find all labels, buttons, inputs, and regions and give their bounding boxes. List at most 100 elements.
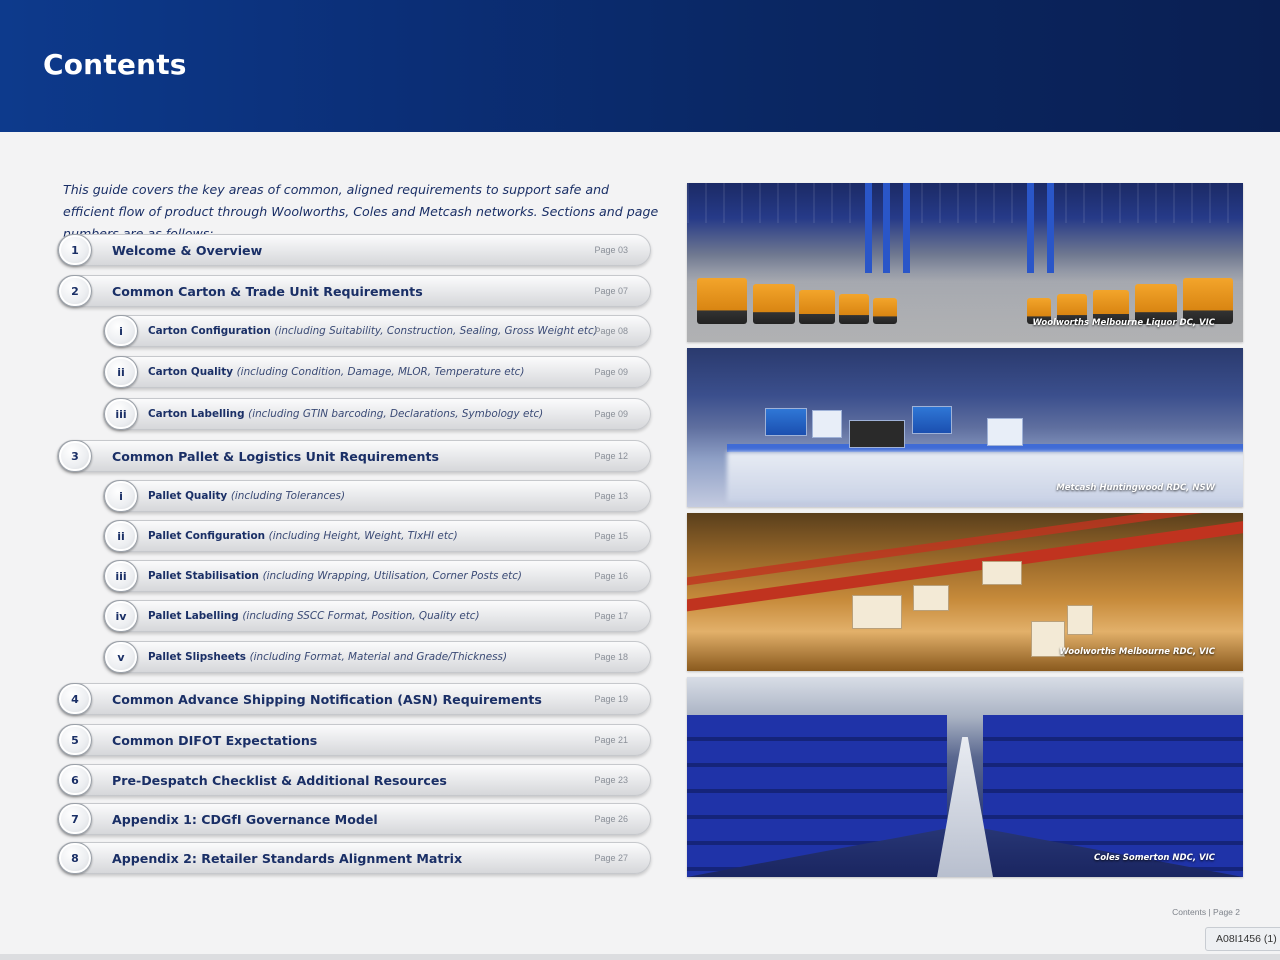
toc-subitem-title: Pallet Slipsheets: [148, 651, 246, 663]
footer-page-label: Contents | Page 2: [1172, 907, 1240, 917]
photo-caption: Woolworths Melbourne Liquor DC, VIC: [1032, 318, 1215, 328]
section-number-badge: 8: [58, 842, 92, 874]
toc-subitem-pallet-configuration[interactable]: ii Pallet Configuration (including Heigh…: [103, 520, 651, 552]
toc-item-asn[interactable]: 4 Common Advance Shipping Notification (…: [57, 683, 651, 715]
toc-subitem-note: (including Wrapping, Utilisation, Corner…: [262, 570, 522, 582]
photo-forklift: [799, 290, 835, 324]
subsection-number-badge: ii: [104, 520, 138, 552]
toc-item-page: Page 07: [594, 286, 628, 296]
subsection-number-badge: i: [104, 480, 138, 512]
photo-box: [765, 408, 807, 436]
photo-box: [987, 418, 1023, 446]
toc-item-page: Page 08: [594, 326, 628, 336]
toc-item-title: Common Advance Shipping Notification (AS…: [112, 692, 542, 707]
subsection-number-badge: i: [104, 315, 138, 347]
toc-item-title: Appendix 2: Retailer Standards Alignment…: [112, 851, 463, 866]
section-number-badge: 2: [58, 275, 92, 307]
subsection-number-badge: v: [104, 641, 138, 673]
toc-item-page: Page 27: [594, 853, 628, 863]
photo-forklift: [873, 298, 897, 324]
toc-subitem-title: Pallet Labelling: [148, 610, 239, 622]
toc-item-pallet-logistics-unit[interactable]: 3 Common Pallet & Logistics Unit Require…: [57, 440, 651, 472]
toc-item-page: Page 09: [594, 409, 628, 419]
toc-subitem-label: Carton Quality (including Condition, Dam…: [148, 366, 524, 378]
photo-forklift: [839, 294, 869, 324]
toc-item-title: Common Pallet & Logistics Unit Requireme…: [112, 449, 440, 464]
subsection-number-badge: ii: [104, 356, 138, 388]
toc-subitem-note: (including Condition, Damage, MLOR, Temp…: [236, 366, 525, 378]
toc-subitem-title: Pallet Quality: [148, 490, 228, 502]
subsection-number-badge: iii: [104, 398, 138, 430]
photo-caption: Metcash Huntingwood RDC, NSW: [1056, 483, 1215, 493]
toc-subitem-pallet-slipsheets[interactable]: v Pallet Slipsheets (including Format, M…: [103, 641, 651, 673]
photo-box: [812, 410, 842, 438]
photo-box: [912, 406, 952, 434]
toc-item-page: Page 12: [594, 451, 628, 461]
header-band: Contents: [0, 0, 1280, 132]
toc-subitem-carton-quality[interactable]: ii Carton Quality (including Condition, …: [103, 356, 651, 388]
page-title: Contents: [43, 48, 187, 81]
toc-item-page: Page 03: [594, 245, 628, 255]
toc-subitem-pallet-labelling[interactable]: iv Pallet Labelling (including SSCC Form…: [103, 600, 651, 632]
toc-item-appendix-1[interactable]: 7 Appendix 1: CDGfI Governance Model Pag…: [57, 803, 651, 835]
photo-blurred-box: [727, 452, 1243, 502]
toc-item-difot[interactable]: 5 Common DIFOT Expectations Page 21: [57, 724, 651, 756]
photo-package: [852, 595, 902, 629]
photo-caption: Coles Somerton NDC, VIC: [1093, 853, 1215, 863]
toc-subitem-pallet-quality[interactable]: i Pallet Quality (including Tolerances) …: [103, 480, 651, 512]
toc-item-page: Page 15: [594, 531, 628, 541]
toc-subitem-pallet-stabilisation[interactable]: iii Pallet Stabilisation (including Wrap…: [103, 560, 651, 592]
toc-subitem-note: (including GTIN barcoding, Declarations,…: [248, 408, 544, 420]
photo-coles-somerton-ndc: Coles Somerton NDC, VIC: [687, 677, 1243, 877]
photo-conveyor-rail: [727, 444, 1243, 452]
toc-item-welcome-overview[interactable]: 1 Welcome & Overview Page 03: [57, 234, 651, 266]
toc-subitem-carton-labelling[interactable]: iii Carton Labelling (including GTIN bar…: [103, 398, 651, 430]
photo-bins-left: [687, 715, 947, 877]
section-number-badge: 3: [58, 440, 92, 472]
photo-column: [1047, 183, 1054, 273]
photo-forklift: [697, 278, 747, 324]
bottom-strip: [0, 954, 1280, 960]
toc-subitem-label: Carton Labelling (including GTIN barcodi…: [148, 408, 543, 420]
toc-subitem-label: Pallet Labelling (including SSCC Format,…: [148, 610, 480, 622]
toc-subitem-note: (including Tolerances): [230, 490, 346, 502]
toc-item-page: Page 18: [594, 652, 628, 662]
toc-item-title: Common DIFOT Expectations: [112, 733, 318, 748]
photo-package: [982, 561, 1022, 585]
toc-subitem-label: Pallet Stabilisation (including Wrapping…: [148, 570, 522, 582]
toc-subitem-note: (including SSCC Format, Position, Qualit…: [242, 610, 480, 622]
toc-item-title: Appendix 1: CDGfI Governance Model: [112, 812, 378, 827]
toc-subitem-note: (including Height, Weight, TIxHI etc): [268, 530, 458, 542]
photo-column: [1027, 183, 1034, 273]
toc-item-page: Page 17: [594, 611, 628, 621]
toc-item-page: Page 09: [594, 367, 628, 377]
toc-subitem-title: Carton Labelling: [148, 408, 245, 420]
photo-package: [913, 585, 949, 611]
toc-subitem-label: Pallet Slipsheets (including Format, Mat…: [148, 651, 507, 663]
toc-subitem-title: Pallet Stabilisation: [148, 570, 259, 582]
toc-item-page: Page 19: [594, 694, 628, 704]
toc-item-page: Page 21: [594, 735, 628, 745]
photo-package: [1067, 605, 1093, 635]
toc-item-pre-despatch[interactable]: 6 Pre-Despatch Checklist & Additional Re…: [57, 764, 651, 796]
toc-subitem-carton-configuration[interactable]: i Carton Configuration (including Suitab…: [103, 315, 651, 347]
toc-item-carton-trade-unit[interactable]: 2 Common Carton & Trade Unit Requirement…: [57, 275, 651, 307]
toc-item-title: Welcome & Overview: [112, 243, 263, 258]
toc-subitem-note: (including Format, Material and Grade/Th…: [249, 651, 508, 663]
section-number-badge: 1: [58, 234, 92, 266]
toc-subitem-label: Pallet Quality (including Tolerances): [148, 490, 345, 502]
photo-metcash-huntingwood: Metcash Huntingwood RDC, NSW: [687, 348, 1243, 507]
toc-item-title: Pre-Despatch Checklist & Additional Reso…: [112, 773, 447, 788]
toc-subitem-title: Pallet Configuration: [148, 530, 266, 542]
section-number-badge: 4: [58, 683, 92, 715]
photo-column: [903, 183, 910, 273]
section-number-badge: 7: [58, 803, 92, 835]
filename-tag[interactable]: A08I1456 (1): [1205, 927, 1280, 951]
toc-subitem-label: Carton Configuration (including Suitabil…: [148, 325, 598, 337]
photo-box: [849, 420, 905, 448]
toc-subitem-note: (including Suitability, Construction, Se…: [274, 325, 598, 337]
toc-subitem-title: Carton Configuration: [148, 325, 271, 337]
toc-subitem-title: Carton Quality: [148, 366, 233, 378]
toc-item-appendix-2[interactable]: 8 Appendix 2: Retailer Standards Alignme…: [57, 842, 651, 874]
photo-column: [883, 183, 890, 273]
